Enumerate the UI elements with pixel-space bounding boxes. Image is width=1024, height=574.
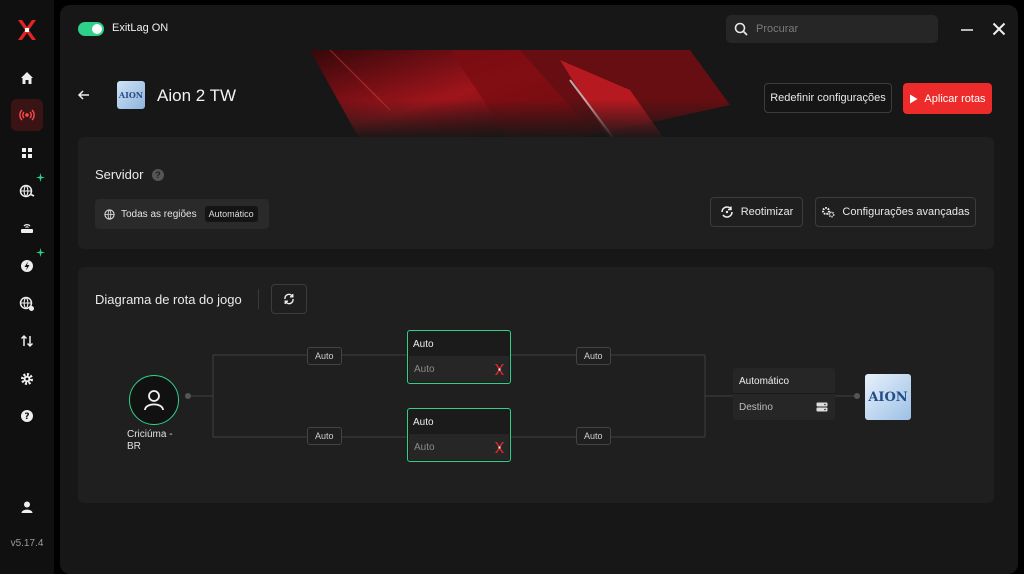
globe-boost-icon xyxy=(19,184,35,198)
sidebar-item-router[interactable] xyxy=(11,212,43,244)
route-node-body: Auto xyxy=(409,356,509,382)
minimize-button[interactable] xyxy=(957,19,977,39)
route-node-header: Auto xyxy=(413,339,434,350)
globe-icon xyxy=(104,208,115,220)
back-arrow-icon[interactable] xyxy=(76,87,92,103)
game-title: Aion 2 TW xyxy=(157,86,237,105)
sidebar-item-world-network[interactable] xyxy=(11,288,43,320)
route-node-value: Auto xyxy=(414,441,435,453)
minimize-icon xyxy=(961,29,973,31)
destination-node[interactable]: Automático Destino xyxy=(733,368,835,420)
exitlag-toggle-label: ExitLag ON xyxy=(112,22,169,34)
exitlag-mini-logo-icon xyxy=(495,363,504,375)
exitlag-logo xyxy=(18,20,36,40)
server-icon xyxy=(816,402,828,412)
game-thumbnail: AION xyxy=(117,81,145,109)
close-icon xyxy=(992,22,1006,36)
play-icon xyxy=(910,94,918,103)
region-selector[interactable]: Todas as regiões Automático xyxy=(95,199,269,229)
gears-icon xyxy=(822,207,835,218)
world-network-icon xyxy=(19,296,34,311)
destination-header: Automático xyxy=(733,368,835,394)
help-icon: ? xyxy=(21,410,33,422)
server-panel-title: Servidor xyxy=(95,167,144,182)
sidebar-item-profile[interactable] xyxy=(11,491,43,523)
reoptimize-icon xyxy=(720,206,733,218)
route-pill: Auto xyxy=(576,347,611,365)
sidebar-item-home[interactable] xyxy=(11,62,43,94)
reset-settings-button[interactable]: Redefinir configurações xyxy=(764,83,892,113)
game-destination-thumbnail: AION xyxy=(865,374,911,420)
advanced-settings-button[interactable]: Configurações avançadas xyxy=(815,197,976,227)
exitlag-mini-logo-icon xyxy=(495,441,504,453)
settings-gear-icon xyxy=(21,373,33,385)
route-lines xyxy=(185,354,860,438)
help-circle-icon[interactable]: ? xyxy=(152,169,164,181)
reoptimize-label: Reotimizar xyxy=(740,206,794,218)
apply-routes-label: Aplicar rotas xyxy=(924,92,986,105)
main-window: ExitLag ON AION Aion 2 TW Redefinir conf… xyxy=(60,5,1018,574)
user-profile-icon xyxy=(21,501,33,513)
hero-banner xyxy=(270,50,730,140)
apps-grid-icon xyxy=(22,148,32,158)
route-node[interactable]: Auto Auto xyxy=(407,408,511,462)
destination-body: Destino xyxy=(733,394,835,420)
sidebar-item-broadcast[interactable] xyxy=(11,99,43,131)
destination-label: Destino xyxy=(739,401,773,413)
user-icon xyxy=(144,390,164,411)
close-button[interactable] xyxy=(989,19,1009,39)
origin-location-label: Criciúma - BR xyxy=(127,429,173,452)
route-node-body: Auto xyxy=(409,434,509,460)
exitlag-toggle[interactable] xyxy=(78,22,104,36)
apply-routes-button[interactable]: Aplicar rotas xyxy=(903,83,992,114)
sidebar-item-settings[interactable] xyxy=(11,363,43,395)
app-version: v5.17.4 xyxy=(10,538,44,549)
route-diagram-panel: Diagrama de rota do jogo Auto Auto Auto … xyxy=(78,267,994,503)
router-icon xyxy=(21,224,33,233)
sidebar-item-apps[interactable] xyxy=(11,137,43,169)
sidebar-item-help[interactable]: ? xyxy=(11,400,43,432)
new-badge-icon xyxy=(36,173,45,182)
search-box[interactable] xyxy=(726,15,938,43)
region-mode-chip: Automático xyxy=(204,206,258,222)
route-pill: Auto xyxy=(307,347,342,365)
route-node-value: Auto xyxy=(414,363,435,375)
server-panel: Servidor ? Todas as regiões Automático R… xyxy=(78,137,994,249)
route-node[interactable]: Auto Auto xyxy=(407,330,511,384)
new-badge-icon xyxy=(36,248,45,257)
advanced-settings-label: Configurações avançadas xyxy=(842,206,970,218)
svg-text:?: ? xyxy=(24,412,29,422)
reoptimize-button[interactable]: Reotimizar xyxy=(710,197,803,227)
reset-settings-label: Redefinir configurações xyxy=(770,92,886,104)
region-label: Todas as regiões xyxy=(121,208,197,220)
route-node-header: Auto xyxy=(413,417,434,428)
route-pill: Auto xyxy=(307,427,342,445)
search-input[interactable] xyxy=(756,23,926,35)
route-pill: Auto xyxy=(576,427,611,445)
origin-user-avatar xyxy=(129,375,179,425)
transfer-arrows-icon xyxy=(20,334,34,348)
sidebar-item-transfer[interactable] xyxy=(11,325,43,357)
broadcast-icon xyxy=(19,109,35,121)
search-icon xyxy=(734,22,748,36)
home-icon xyxy=(21,72,33,84)
lightning-icon xyxy=(21,260,33,272)
sidebar: ? v5.17.4 xyxy=(0,0,54,574)
